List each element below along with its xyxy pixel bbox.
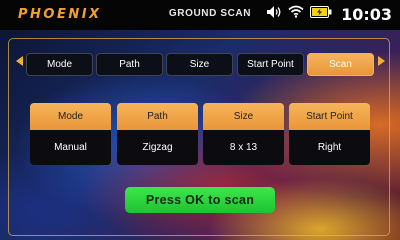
wifi-icon: [288, 5, 304, 23]
press-ok-scan-button[interactable]: Press OK to scan: [125, 187, 275, 213]
tab-path[interactable]: Path: [96, 53, 163, 76]
status-bar: PHOENIX GROUND SCAN 10:03: [0, 0, 400, 30]
card-label: Path: [117, 103, 198, 130]
summary-card-start-point: Start Point Right: [289, 103, 370, 165]
card-label: Mode: [30, 103, 111, 130]
card-value: Zigzag: [117, 130, 198, 165]
card-value: 8 x 13: [203, 130, 284, 165]
card-value: Manual: [30, 130, 111, 165]
clock: 10:03: [341, 4, 392, 24]
tab-scan[interactable]: Scan: [307, 53, 374, 76]
scan-panel: Mode Path Size Start Point Scan Mode Man…: [0, 30, 400, 240]
tab-size[interactable]: Size: [166, 53, 233, 76]
card-label: Start Point: [289, 103, 370, 130]
arrow-left-icon[interactable]: [16, 56, 23, 66]
speaker-icon: [266, 5, 282, 24]
tab-start-point[interactable]: Start Point: [237, 53, 304, 76]
device-screen: PHOENIX GROUND SCAN 10:03 Mode Path Size…: [0, 0, 400, 240]
summary-card-path: Path Zigzag: [117, 103, 198, 165]
summary-card-mode: Mode Manual: [30, 103, 111, 165]
card-value: Right: [289, 130, 370, 165]
tab-mode[interactable]: Mode: [26, 53, 93, 76]
battery-charging-icon: [310, 5, 332, 23]
summary-card-size: Size 8 x 13: [203, 103, 284, 165]
arrow-right-icon[interactable]: [378, 56, 385, 66]
card-label: Size: [203, 103, 284, 130]
status-icons: 10:03: [266, 4, 392, 24]
